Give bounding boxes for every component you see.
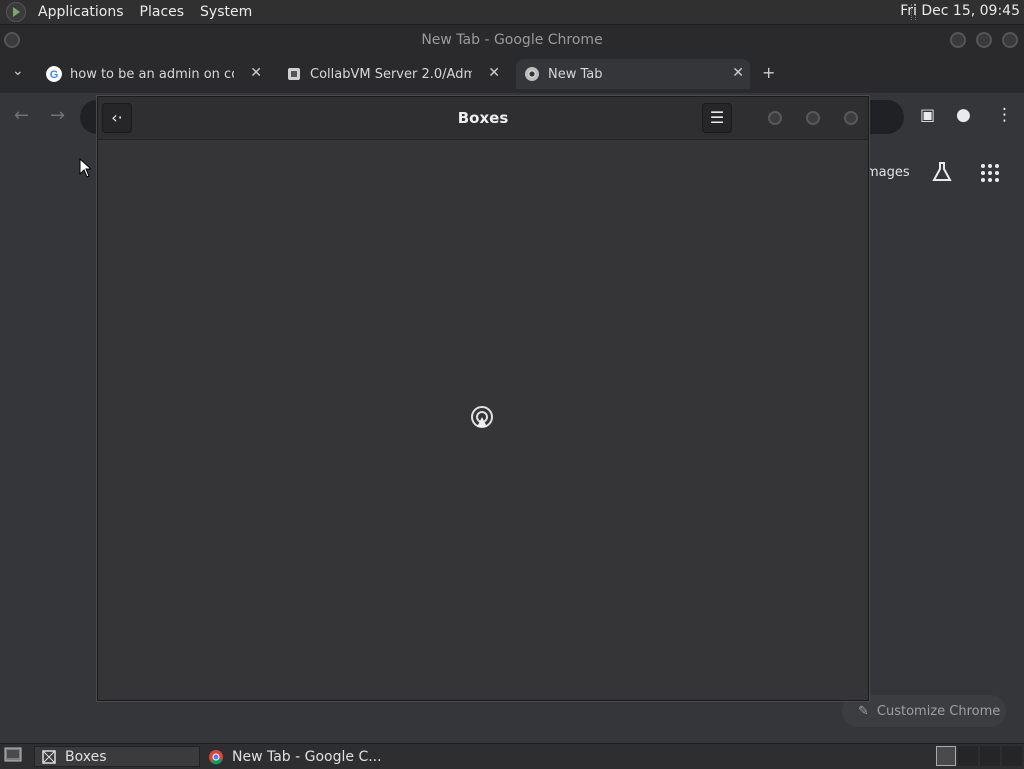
workspace-switcher-2[interactable] <box>958 746 978 766</box>
chrome-icon <box>525 67 539 81</box>
tab-close-icon[interactable]: ✕ <box>488 65 500 81</box>
boxes-minimize-button[interactable] <box>768 111 782 125</box>
show-desktop-icon[interactable] <box>4 747 22 763</box>
minimize-button[interactable] <box>950 32 966 48</box>
applications-menu[interactable]: Applications <box>30 4 132 20</box>
bottom-taskbar: Boxes New Tab - Google C... <box>0 743 1024 769</box>
tab-close-icon[interactable]: ✕ <box>250 65 262 81</box>
mouse-pointer-icon <box>79 158 91 178</box>
workspace-switcher-1[interactable] <box>936 746 956 766</box>
tab-search-chevron-icon[interactable]: ⌄ <box>12 63 24 79</box>
boxes-headerbar[interactable]: Boxes ‹· ☰ <box>98 97 868 140</box>
boxes-window: Boxes ‹· ☰ <box>97 96 869 701</box>
collabvm-icon <box>288 68 300 80</box>
tab-label: CollabVM Server 2.0/Admin I <box>310 66 472 82</box>
distro-logo-icon[interactable] <box>6 2 26 22</box>
maximize-button[interactable] <box>976 32 992 48</box>
labs-flask-icon[interactable] <box>932 161 952 183</box>
new-tab-plus-icon[interactable]: + <box>762 63 775 82</box>
back-arrow-icon[interactable]: ← <box>14 105 29 126</box>
apps-grid-icon[interactable] <box>980 163 1000 183</box>
back-arrow-icon: ‹· <box>111 108 123 127</box>
customize-chrome-label: Customize Chrome <box>876 703 1001 719</box>
tab-strip: ⌄ G how to be an admin on collab ✕ Colla… <box>0 55 1024 93</box>
boxes-close-button[interactable] <box>844 111 858 125</box>
back-button[interactable]: ‹· <box>102 103 132 133</box>
tab-new-tab[interactable]: New Tab ✕ <box>516 59 750 89</box>
boxes-title: Boxes <box>457 109 509 127</box>
workspace-switcher-3[interactable] <box>980 746 1000 766</box>
window-title: New Tab - Google Chrome <box>421 32 603 48</box>
hamburger-menu-button[interactable]: ☰ <box>702 103 732 133</box>
top-panel: Applications Places System Fri Dec 15, 0… <box>0 0 1024 25</box>
kebab-menu-icon[interactable]: ⋮ <box>996 105 1013 125</box>
system-menu[interactable]: System <box>192 4 260 20</box>
chrome-icon <box>209 749 223 764</box>
tab-close-icon[interactable]: ✕ <box>732 65 744 81</box>
taskbar-item-boxes[interactable]: Boxes <box>34 746 200 767</box>
tab-collabvm[interactable]: CollabVM Server 2.0/Admin I ✕ <box>286 59 500 89</box>
profile-icon[interactable]: ● <box>956 105 971 125</box>
google-g-icon: G <box>46 66 62 82</box>
pencil-icon: ✎ <box>858 703 869 719</box>
clock[interactable]: Fri Dec 15, 09:45 <box>900 3 1020 19</box>
forward-arrow-icon[interactable]: → <box>50 105 65 126</box>
loading-spinner-icon <box>471 406 493 428</box>
taskbar-item-label: Boxes <box>65 748 107 765</box>
tab-label: New Tab <box>548 66 603 82</box>
tab-admin-search[interactable]: G how to be an admin on collab ✕ <box>46 59 262 89</box>
side-panel-icon[interactable]: ▣ <box>920 105 935 124</box>
hamburger-icon: ☰ <box>709 108 725 127</box>
boxes-maximize-button[interactable] <box>806 111 820 125</box>
close-window-button[interactable] <box>1002 32 1018 48</box>
tab-label: how to be an admin on collab <box>70 66 234 82</box>
window-menu-button[interactable] <box>4 32 20 48</box>
places-menu[interactable]: Places <box>132 4 193 20</box>
taskbar-item-chrome[interactable]: New Tab - Google C... <box>202 746 412 767</box>
workspace-switcher-4[interactable] <box>1002 746 1022 766</box>
taskbar-item-label: New Tab - Google C... <box>232 748 382 765</box>
boxes-icon <box>42 749 56 764</box>
chrome-window-titlebar[interactable]: New Tab - Google Chrome <box>0 25 1024 55</box>
images-link[interactable]: mages <box>866 165 910 180</box>
svg-text:G: G <box>50 69 59 81</box>
